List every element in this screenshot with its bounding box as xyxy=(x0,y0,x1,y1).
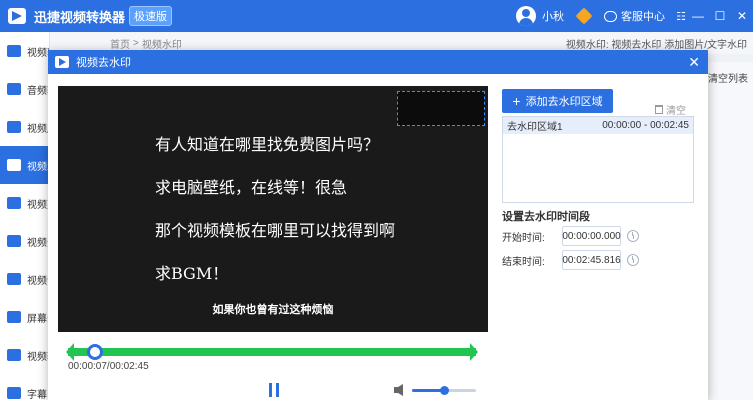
vip-icon[interactable] xyxy=(575,7,593,25)
audio-icon xyxy=(7,83,21,95)
trash-icon xyxy=(655,105,663,114)
start-time-row: 开始时间: 00:00:00.000 xyxy=(502,226,639,246)
crumb-separator: > xyxy=(133,37,139,49)
close-icon[interactable]: ✕ xyxy=(688,54,700,71)
crumb-current: 视频水印 xyxy=(141,39,182,51)
sidebar-item-gif[interactable]: 视频转GIF xyxy=(0,336,49,374)
start-time-input[interactable]: 00:00:00.000 xyxy=(562,226,621,246)
watermark-icon xyxy=(7,159,21,171)
customer-service-link[interactable]: 客服中心 xyxy=(621,8,665,24)
pause-icon xyxy=(276,383,279,397)
minimize-button[interactable]: — xyxy=(687,9,709,23)
plus-icon: + xyxy=(512,93,521,109)
volume-icon[interactable] xyxy=(394,384,406,396)
screen-record-icon xyxy=(7,311,21,323)
gif-icon xyxy=(7,349,21,361)
sidebar-item-label: 视频合并 xyxy=(27,275,49,287)
sidebar-item-subtitle[interactable]: 字幕 xyxy=(0,374,49,400)
close-app-button[interactable]: ✕ xyxy=(731,9,753,23)
app-logo-icon xyxy=(8,8,26,24)
split-icon xyxy=(7,235,21,247)
page-hint: 视频水印: 视频去水印 添加图片/文字水印 xyxy=(565,39,747,51)
sidebar-item-compress[interactable]: 视频压缩 xyxy=(0,108,49,146)
end-time-input[interactable]: 00:02:45.816 xyxy=(562,250,621,270)
region-name: 去水印区域1 xyxy=(507,122,563,133)
timeline-end-handle[interactable] xyxy=(470,343,478,361)
region-list: 去水印区域1 00:00:00 - 00:02:45 xyxy=(502,116,694,203)
sidebar-item-edit[interactable]: 视频剪辑 xyxy=(0,184,49,222)
app-titlebar: 迅捷视频转换器 极速版 小秋 客服中心 ☷ — ☐ ✕ xyxy=(0,0,753,32)
customer-service-icon[interactable] xyxy=(604,10,617,22)
start-time-label: 开始时间: xyxy=(502,232,545,244)
sidebar: 视频转换 音频转换 视频压缩 视频水印 视频剪辑 视频分割 视频合并 屏幕录像 … xyxy=(0,32,50,400)
reset-end-time-icon[interactable] xyxy=(627,254,639,266)
clear-list-button[interactable]: 清空列表 xyxy=(708,70,748,85)
sidebar-item-video-convert[interactable]: 视频转换 xyxy=(0,32,49,70)
timeline-start-handle[interactable] xyxy=(66,343,74,361)
sidebar-item-screen-record[interactable]: 屏幕录像 xyxy=(0,298,49,336)
user-avatar[interactable] xyxy=(516,6,536,26)
dialog-header: 视频去水印 ✕ xyxy=(48,50,708,74)
menu-icon[interactable]: ☷ xyxy=(675,10,687,23)
reset-start-time-icon[interactable] xyxy=(627,230,639,242)
sidebar-item-label: 视频转换 xyxy=(27,47,49,59)
username[interactable]: 小秋 xyxy=(542,8,564,24)
timeline-playhead[interactable] xyxy=(87,344,104,360)
timeline-track[interactable] xyxy=(66,343,478,361)
sidebar-item-watermark[interactable]: 视频水印 xyxy=(0,146,49,184)
sidebar-item-label: 音频转换 xyxy=(27,85,49,97)
volume-knob[interactable] xyxy=(440,386,449,395)
list-item[interactable]: 去水印区域1 00:00:00 - 00:02:45 xyxy=(503,117,693,134)
watermark-region-box[interactable] xyxy=(397,91,485,126)
sidebar-item-merge[interactable]: 视频合并 xyxy=(0,260,49,298)
time-readout: 00:00:07/00:02:45 xyxy=(68,361,149,372)
pause-icon xyxy=(269,383,272,397)
end-time-row: 结束时间: 00:02:45.816 xyxy=(502,250,639,270)
add-watermark-region-button[interactable]: + 添加去水印区域 xyxy=(502,89,613,113)
end-time-label: 结束时间: xyxy=(502,256,545,268)
clear-button[interactable]: 清空 xyxy=(655,102,686,117)
add-region-label: 添加去水印区域 xyxy=(525,96,603,108)
sidebar-item-label: 视频剪辑 xyxy=(27,199,49,211)
video-icon xyxy=(55,56,69,68)
remove-watermark-dialog: 视频去水印 ✕ 有人知道在哪里找免费图片吗？ 求电脑壁纸，在线等！很急 那个视频… xyxy=(48,50,708,400)
merge-icon xyxy=(7,273,21,285)
sidebar-item-split[interactable]: 视频分割 xyxy=(0,222,49,260)
clear-label: 清空 xyxy=(666,106,686,117)
app-name: 迅捷视频转换器 xyxy=(34,9,126,25)
main-right-panel xyxy=(706,62,753,400)
maximize-button[interactable]: ☐ xyxy=(709,9,731,23)
video-caption: 如果你也曾有过这种烦恼 xyxy=(212,304,334,316)
subtitle-icon xyxy=(7,387,21,399)
dialog-title: 视频去水印 xyxy=(76,57,131,69)
sidebar-item-audio[interactable]: 音频转换 xyxy=(0,70,49,108)
compress-icon xyxy=(7,121,21,133)
app-badge: 极速版 xyxy=(129,6,173,26)
sidebar-item-label: 屏幕录像 xyxy=(27,313,49,325)
sidebar-item-label: 字幕 xyxy=(27,389,47,400)
pause-button[interactable] xyxy=(268,383,280,397)
sidebar-item-label: 视频分割 xyxy=(27,237,49,249)
video-convert-icon xyxy=(7,45,21,57)
region-range: 00:00:00 - 00:02:45 xyxy=(602,120,689,131)
sidebar-item-label: 视频压缩 xyxy=(27,123,49,135)
video-preview[interactable]: 有人知道在哪里找免费图片吗？ 求电脑壁纸，在线等！很急 那个视频模板在哪里可以找… xyxy=(58,86,488,332)
crumb-home[interactable]: 首页 xyxy=(110,36,130,51)
time-section-title: 设置去水印时间段 xyxy=(502,211,590,223)
sidebar-item-label: 视频水印 xyxy=(27,161,49,173)
sidebar-item-label: 视频转GIF xyxy=(27,351,49,363)
edit-icon xyxy=(7,197,21,209)
volume-slider[interactable] xyxy=(412,386,476,395)
